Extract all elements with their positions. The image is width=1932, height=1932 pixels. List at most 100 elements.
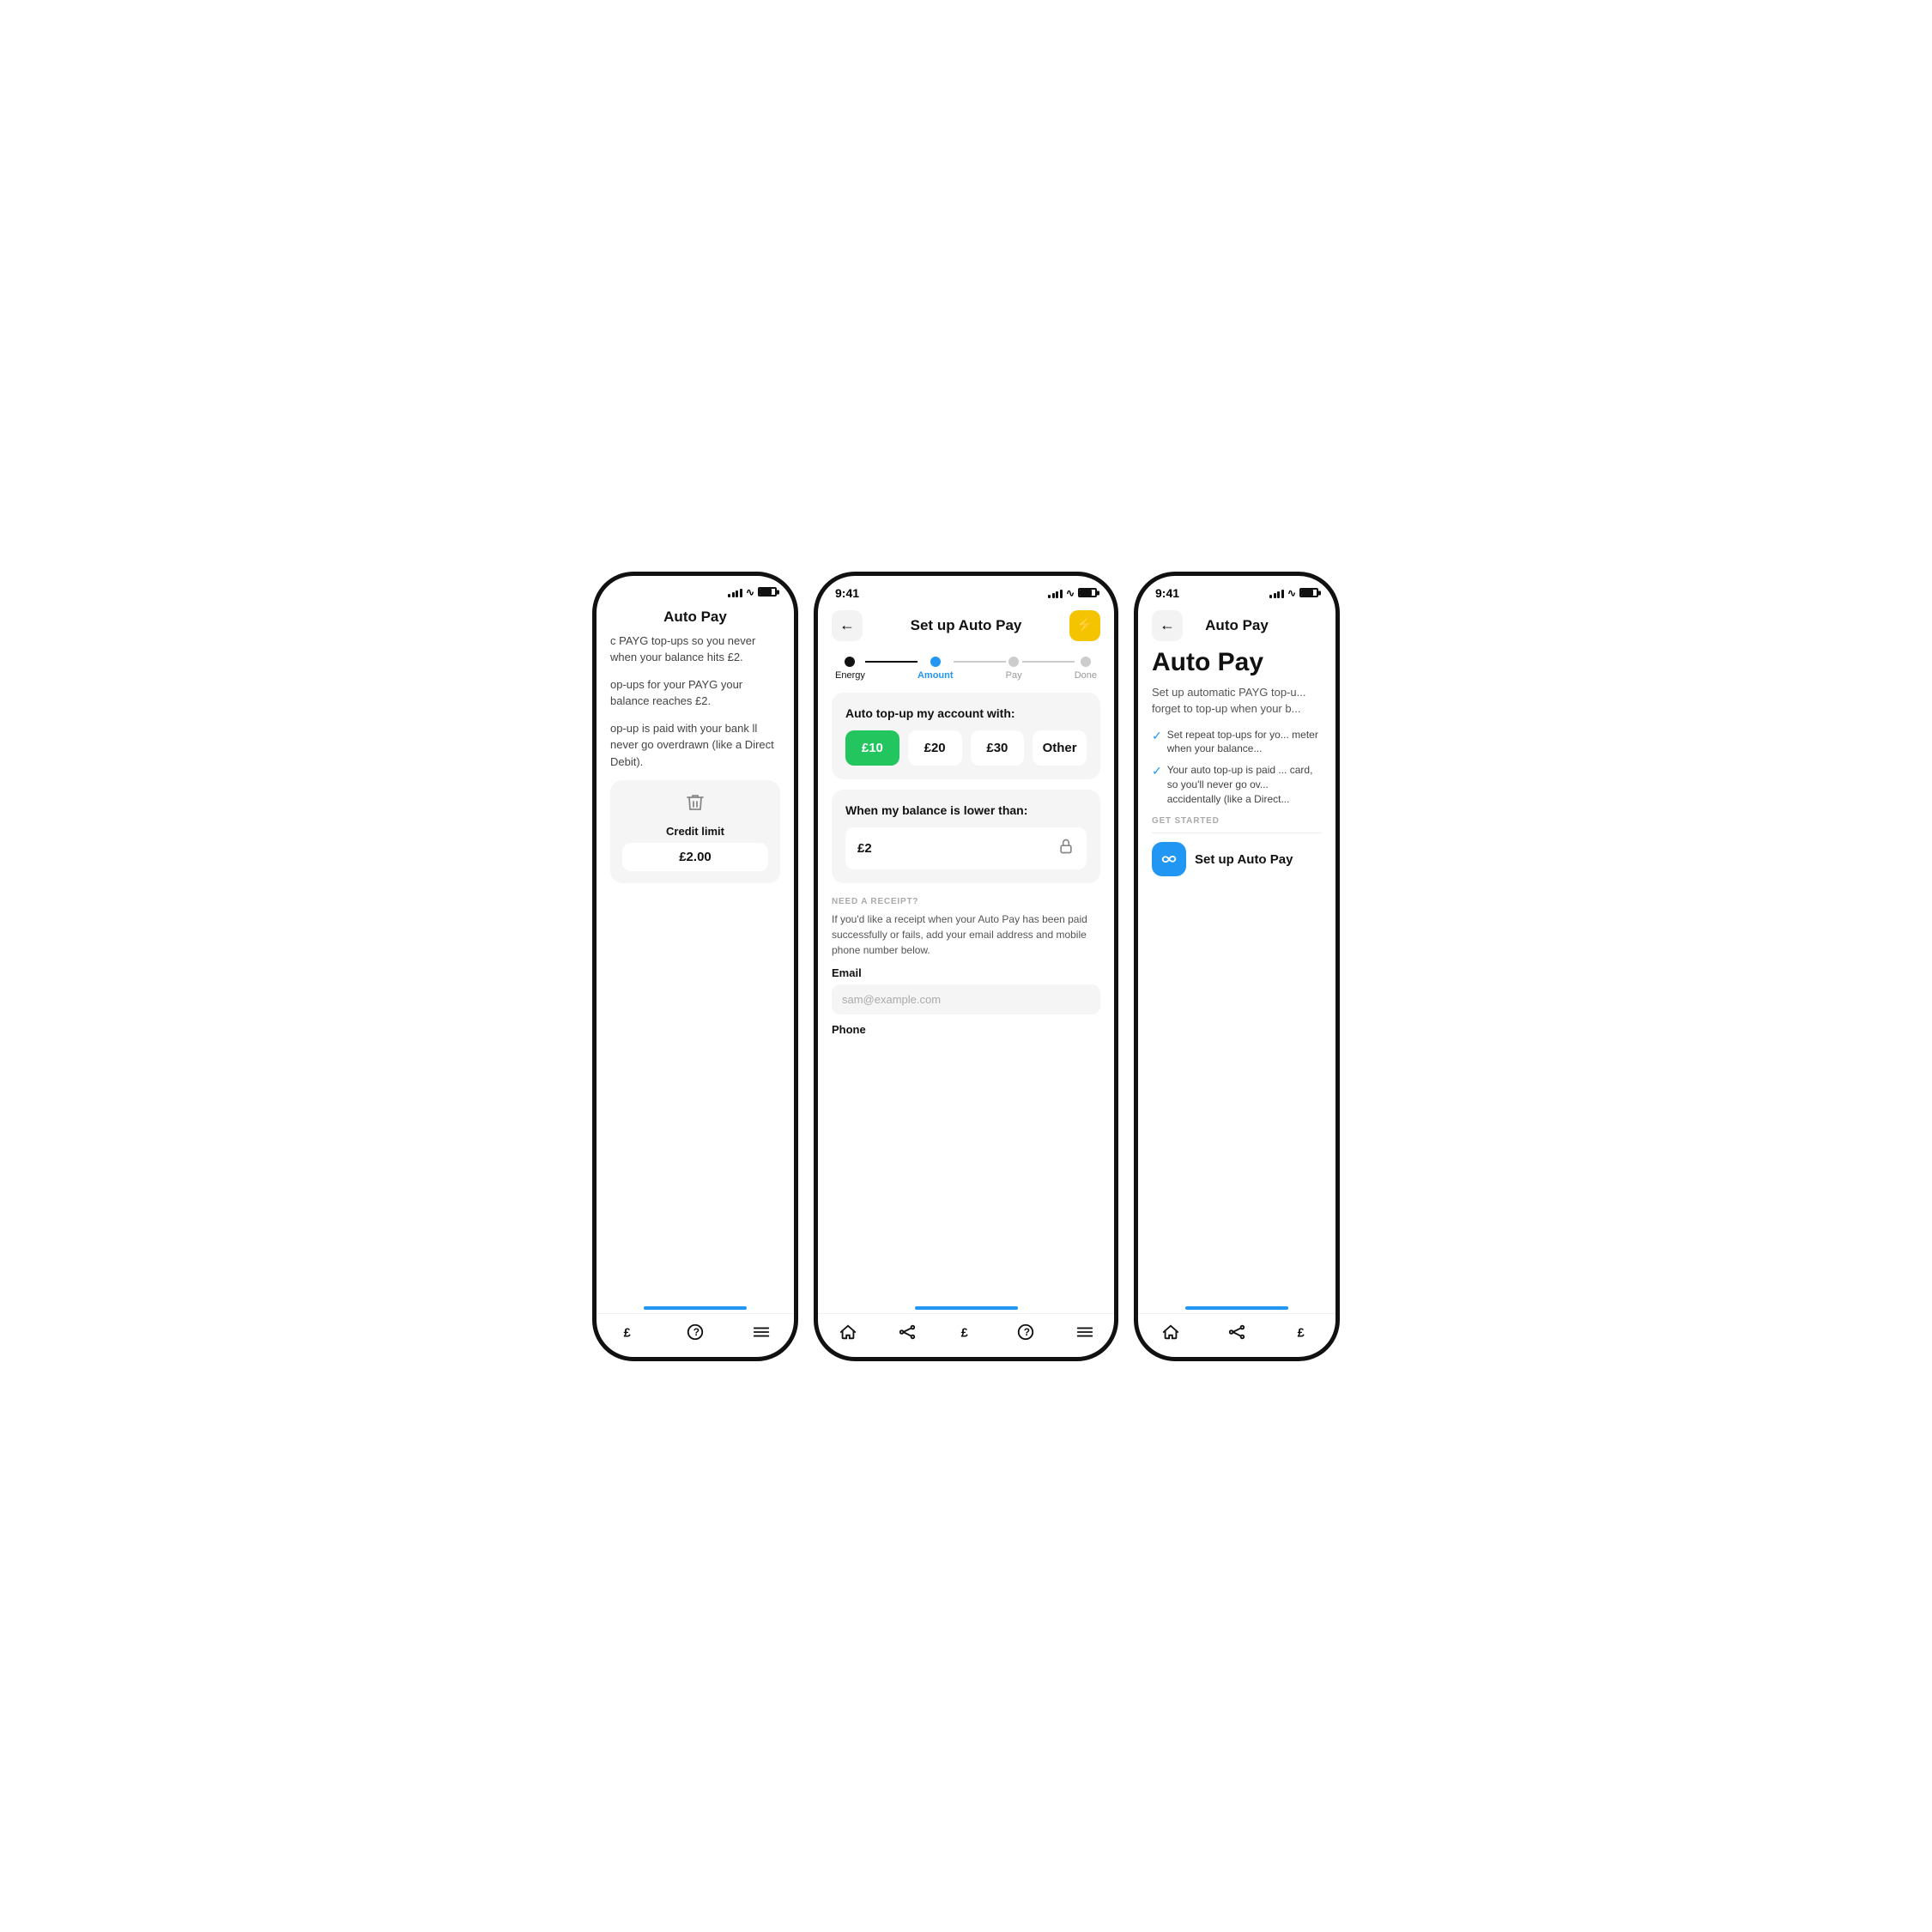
nav-menu-center[interactable] — [1075, 1323, 1094, 1341]
amount-btn-20[interactable]: £20 — [908, 730, 962, 766]
center-bottom-nav: £ ? — [818, 1313, 1114, 1357]
right-phone: 9:41 ∿ ← Auto Pay Auto Pay Set up automa… — [1134, 572, 1340, 1361]
nav-help-center[interactable]: ? — [1016, 1323, 1035, 1341]
step-dot-pay — [1008, 657, 1019, 667]
right-nav-header: ← Auto Pay — [1138, 603, 1335, 648]
credit-limit-label: Credit limit — [666, 825, 724, 838]
trash-icon[interactable] — [685, 792, 706, 818]
nav-home-right[interactable] — [1161, 1323, 1180, 1341]
lightning-button[interactable]: ⚡ — [1069, 610, 1100, 641]
left-bottom-nav: £ ? — [597, 1313, 794, 1357]
left-desc3: op-up is paid with your bank ll never go… — [610, 720, 780, 771]
check-mark-1: ✓ — [1152, 729, 1162, 743]
check-item-2: ✓ Your auto top-up is paid ... card, so … — [1152, 763, 1322, 806]
amount-btn-other[interactable]: Other — [1033, 730, 1087, 766]
auto-topup-title: Auto top-up my account with: — [845, 706, 1087, 720]
battery-icon-center — [1078, 588, 1097, 597]
center-status-time: 9:41 — [835, 586, 859, 600]
back-button[interactable]: ← — [832, 610, 863, 641]
right-status-bar: 9:41 ∿ — [1138, 576, 1335, 603]
get-started-label: GET STARTED — [1152, 816, 1322, 826]
left-status-icons: ∿ — [728, 586, 777, 598]
amount-btn-30[interactable]: £30 — [971, 730, 1025, 766]
balance-card: When my balance is lower than: £2 — [832, 790, 1100, 883]
setup-auto-pay-button[interactable]: Set up Auto Pay — [1152, 842, 1322, 876]
bottom-indicator-left — [644, 1306, 747, 1310]
nav-menu-left[interactable] — [752, 1323, 771, 1341]
svg-text:?: ? — [693, 1326, 700, 1338]
receipt-desc: If you'd like a receipt when your Auto P… — [832, 911, 1100, 958]
right-status-time: 9:41 — [1155, 586, 1179, 600]
back-arrow: ← — [839, 616, 855, 634]
progress-steps: Energy Amount Pay Done — [818, 648, 1114, 686]
email-placeholder: sam@example.com — [842, 993, 941, 1006]
bottom-indicator-center — [915, 1306, 1018, 1310]
center-scroll-content: Auto top-up my account with: £10 £20 £30… — [818, 686, 1114, 1306]
center-status-bar: 9:41 ∿ — [818, 576, 1114, 603]
right-back-button[interactable]: ← — [1152, 610, 1183, 641]
balance-input-row: £2 — [845, 827, 1087, 869]
check-text-1: Set repeat top-ups for yo... meter when … — [1167, 728, 1322, 757]
receipt-section: NEED A RECEIPT? If you'd like a receipt … — [832, 893, 1100, 1045]
amount-btn-10[interactable]: £10 — [845, 730, 899, 766]
svg-text:£: £ — [960, 1326, 967, 1340]
left-phone: ∿ Auto Pay c PAYG top-ups so you never w… — [592, 572, 798, 1361]
wifi-icon-right: ∿ — [1287, 587, 1296, 599]
nav-flow-right[interactable] — [1227, 1323, 1246, 1341]
right-content: Auto Pay Set up automatic PAYG top-u... … — [1138, 648, 1335, 978]
setup-btn-text: Set up Auto Pay — [1195, 852, 1293, 867]
signal-icon — [728, 587, 742, 597]
step-energy: Energy — [835, 657, 865, 681]
balance-title: When my balance is lower than: — [845, 803, 1087, 817]
signal-icon-right — [1269, 588, 1284, 598]
center-nav-header: ← Set up Auto Pay ⚡ — [818, 603, 1114, 648]
credit-section: Credit limit £2.00 — [610, 780, 780, 883]
balance-value: £2 — [857, 841, 872, 856]
credit-limit-value: £2.00 — [622, 843, 768, 871]
center-status-icons: ∿ — [1048, 587, 1097, 599]
nav-help-left[interactable]: ? — [686, 1323, 705, 1341]
nav-pound-right[interactable]: £ — [1293, 1323, 1312, 1341]
step-line-1 — [865, 661, 918, 663]
step-amount: Amount — [918, 657, 954, 681]
step-pay: Pay — [1006, 657, 1022, 681]
check-item-1: ✓ Set repeat top-ups for yo... meter whe… — [1152, 728, 1322, 757]
step-dot-energy — [845, 657, 855, 667]
center-header-title: Set up Auto Pay — [911, 617, 1022, 634]
step-label-done: Done — [1075, 670, 1097, 681]
step-label-amount: Amount — [918, 670, 954, 681]
right-back-arrow: ← — [1160, 616, 1175, 634]
auto-topup-card: Auto top-up my account with: £10 £20 £30… — [832, 693, 1100, 779]
left-content: c PAYG top-ups so you never when your ba… — [597, 633, 794, 1306]
step-dot-done — [1081, 657, 1091, 667]
nav-pound-center[interactable]: £ — [957, 1323, 976, 1341]
right-header-title: Auto Pay — [1205, 617, 1269, 634]
left-nav-header: Auto Pay — [597, 602, 794, 633]
battery-icon — [758, 587, 777, 597]
center-phone: 9:41 ∿ ← Set up Auto Pay ⚡ Energy — [814, 572, 1118, 1361]
email-input[interactable]: sam@example.com — [832, 984, 1100, 1014]
bottom-indicator-right — [1185, 1306, 1288, 1310]
amount-grid: £10 £20 £30 Other — [845, 730, 1087, 766]
phone-label: Phone — [832, 1023, 1100, 1036]
left-status-bar: ∿ — [597, 576, 794, 602]
infinity-icon — [1152, 842, 1186, 876]
lightning-icon: ⚡ — [1075, 616, 1094, 634]
left-desc1: c PAYG top-ups so you never when your ba… — [610, 633, 780, 666]
nav-flow-center[interactable] — [898, 1323, 917, 1341]
right-status-icons: ∿ — [1269, 587, 1318, 599]
lock-icon — [1057, 838, 1075, 859]
step-line-3 — [1022, 661, 1075, 663]
step-label-energy: Energy — [835, 670, 865, 681]
left-desc2: op-ups for your PAYG your balance reache… — [610, 676, 780, 710]
svg-text:£: £ — [624, 1326, 631, 1340]
svg-text:£: £ — [1297, 1326, 1304, 1340]
battery-icon-right — [1299, 588, 1318, 597]
check-mark-2: ✓ — [1152, 764, 1162, 778]
step-dot-amount — [930, 657, 941, 667]
check-text-2: Your auto top-up is paid ... card, so yo… — [1167, 763, 1322, 806]
nav-pound-left[interactable]: £ — [620, 1323, 639, 1341]
step-label-pay: Pay — [1006, 670, 1022, 681]
wifi-icon-center: ∿ — [1066, 587, 1075, 599]
nav-home-center[interactable] — [839, 1323, 857, 1341]
